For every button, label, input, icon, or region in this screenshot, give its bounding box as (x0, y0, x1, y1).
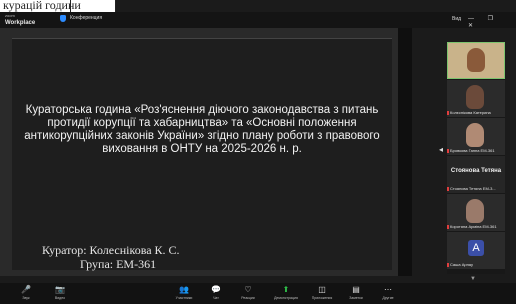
toolbar-label: Приложения (311, 296, 333, 300)
participant-tile[interactable]: Колєснікова Катерина (447, 80, 505, 117)
chat-icon: 💬 (211, 285, 221, 294)
participant-tile[interactable]: Коротяна Арміна ЕМ-361 (447, 194, 505, 231)
toolbar-share-button[interactable]: ⬆ Демонстрация (270, 284, 302, 303)
presentation-slide: Кураторська година «Роз'яснення діючого … (12, 38, 392, 271)
meeting-label[interactable]: Конференция (70, 15, 102, 21)
group-text: Група: ЕМ-361 (80, 257, 157, 271)
toolbar-label: Реакции (241, 296, 255, 300)
reactions-icon: ♡ (244, 285, 252, 294)
toolbar-label: Участники (175, 296, 193, 300)
frame-line (115, 0, 116, 12)
participant-tile[interactable]: Бровкова Ганна ЕМ-361 (447, 118, 505, 155)
toolbar-notes-button[interactable]: ▤ Заметки (340, 284, 372, 303)
toolbar-label: Звук (22, 296, 30, 300)
zoom-brand-text: zoom (5, 13, 15, 18)
window-controls[interactable]: — ❐ ✕ (468, 15, 516, 29)
toolbar-label: Заметки (349, 296, 363, 300)
mic-muted-icon (447, 187, 449, 191)
participant-gallery: Колєснікова Катерина Бровкова Ганна ЕМ-3… (447, 42, 505, 274)
zoom-logo: zoom Workplace (5, 12, 35, 27)
participant-name: Коротяна Арміна ЕМ-361 (450, 224, 497, 229)
screen-share-area: Кураторська година «Роз'яснення діючого … (0, 28, 412, 276)
curator-text: Куратор: Колеснікова К. С. (42, 243, 180, 257)
toolbar-chat-button[interactable]: 💬 Чат (200, 284, 232, 303)
participant-name: Колєснікова Катерина (450, 110, 491, 115)
mic-muted-icon (447, 111, 449, 115)
toolbar-label: Демонстрация (274, 296, 298, 300)
toolbar-label: Другие (382, 296, 394, 300)
toolbar-participants-button[interactable]: 👥 Участники (168, 284, 200, 303)
participant-tile-active[interactable] (447, 42, 505, 79)
participant-name: Бровкова Ганна ЕМ-361 (450, 148, 495, 153)
mic-muted-icon (447, 225, 449, 229)
toolbar-more-button[interactable]: ⋯ Другие (372, 284, 404, 303)
participant-big-name: Стоянова Тетяна (450, 168, 502, 174)
collapse-handle-icon[interactable]: ◂ (439, 145, 443, 154)
share-icon: ⬆ (282, 285, 290, 294)
participant-avatar: A (468, 240, 484, 256)
participant-video (467, 48, 485, 72)
split-divider[interactable] (398, 28, 412, 276)
toolbar-video-button[interactable]: 📷 Видео (44, 284, 76, 303)
participant-tile[interactable]: A Саша Арнау (447, 232, 505, 269)
mic-muted-icon (447, 263, 449, 267)
slide-top-border (12, 38, 392, 99)
participant-video (466, 199, 484, 223)
participant-video (466, 85, 484, 109)
toolbar-audio-button[interactable]: 🎤 Звук (10, 284, 42, 303)
more-icon: ⋯ (384, 285, 392, 294)
apps-icon: ◫ (318, 285, 326, 294)
title-bar: zoom Workplace Конференция Вид — ❐ ✕ (0, 12, 516, 29)
mic-muted-icon (447, 149, 449, 153)
notes-icon: ▤ (352, 285, 360, 294)
toolbar-label: Видео (54, 296, 66, 300)
mic-off-icon: 🎤 (21, 285, 31, 294)
participant-name: Стоянова Тетяна ЕМ-3... (450, 186, 496, 191)
toolbar-apps-button[interactable]: ◫ Приложения (306, 284, 338, 303)
toolbar-label: Чат (213, 296, 219, 300)
slide-title: Кураторська година «Роз'яснення діючого … (24, 104, 380, 155)
photo-top-edge: курацій години (0, 0, 116, 12)
gallery-scroll-down-icon[interactable]: ▼ (470, 276, 476, 282)
workplace-label: Workplace (5, 20, 36, 26)
view-button[interactable]: Вид (452, 16, 461, 22)
video-off-icon: 📷 (55, 285, 65, 294)
shield-icon[interactable] (60, 15, 66, 22)
zoom-window: курацій години zoom Workplace Конференци… (0, 0, 516, 304)
toolbar-reactions-button[interactable]: ♡ Реакции (232, 284, 264, 303)
participant-video (466, 123, 484, 147)
participant-tile[interactable]: Стоянова Тетяна Стоянова Тетяна ЕМ-3... (447, 156, 505, 193)
participant-name: Саша Арнау (450, 262, 473, 267)
frame-line (70, 0, 71, 12)
meeting-toolbar: 🎤 Звук 📷 Видео 👥 Участники 💬 Чат ♡ Реакц… (0, 283, 516, 304)
participants-icon: 👥 (179, 285, 189, 294)
